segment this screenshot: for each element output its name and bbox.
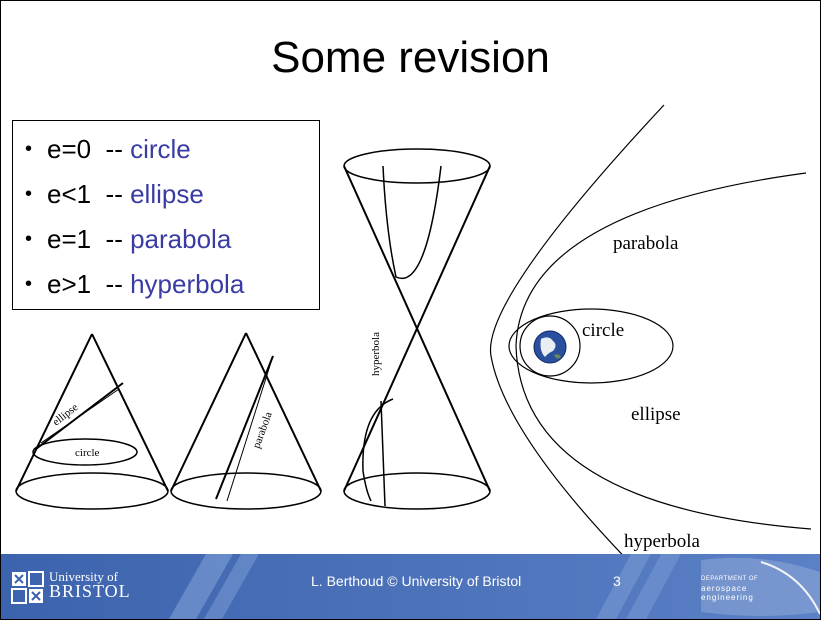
- university-line2: BRISTOL: [49, 581, 131, 601]
- slide: Some revision • e=0 -- circle • e<1 -- ell…: [0, 0, 821, 620]
- orbit-label-ellipse: ellipse: [631, 404, 681, 425]
- cone-label-hyperbola: hyperbola: [370, 332, 382, 376]
- department-line1: DEPARTMENT OF: [701, 576, 759, 582]
- orbit-label-parabola: parabola: [613, 233, 679, 254]
- cone-hyperbola: [343, 148, 491, 510]
- orbit-label-circle: circle: [582, 320, 624, 341]
- bristol-logo-icon: [11, 571, 44, 604]
- department-logo: DEPARTMENT OF aerospace engineering: [701, 575, 758, 602]
- orbit-diagram: [489, 104, 812, 554]
- orbit-label-hyperbola: hyperbola: [624, 531, 701, 552]
- university-wordmark: University of BRISTOL: [49, 569, 131, 601]
- cone-ellipse-circle: [15, 333, 169, 510]
- department-line3: engineering: [701, 593, 754, 602]
- page-number: 3: [613, 573, 621, 589]
- conic-sections-figure: ellipse circle parabola hyperbola parabo…: [15, 104, 812, 554]
- cone-parabola: [170, 332, 322, 510]
- cone-label-ellipse: ellipse: [50, 401, 80, 428]
- earth-icon: [533, 330, 567, 364]
- department-line2: aerospace: [701, 584, 748, 593]
- cone-label-circle: circle: [75, 447, 100, 459]
- footer-credit: L. Berthoud © University of Bristol: [311, 573, 522, 589]
